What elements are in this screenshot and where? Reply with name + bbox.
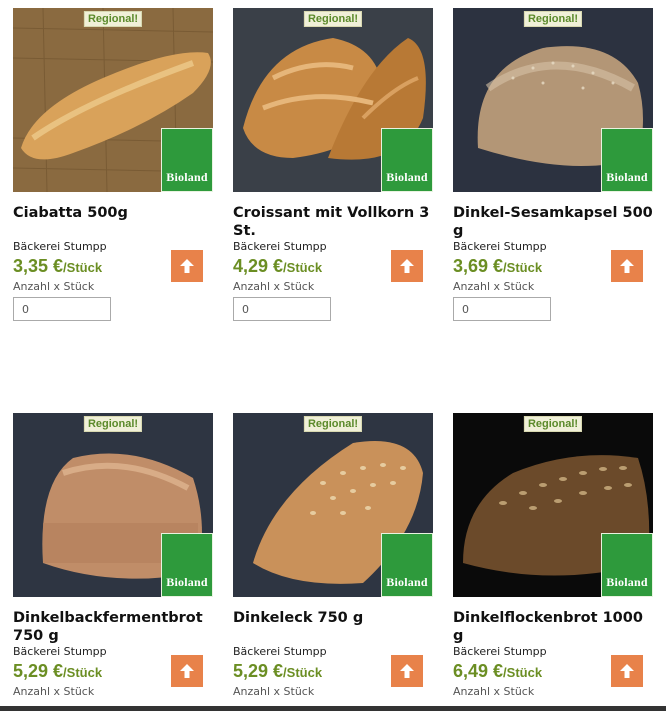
quantity-label: Anzahl x Stück (453, 280, 535, 293)
arrow-up-icon (620, 664, 634, 678)
arrow-up-icon (620, 259, 634, 273)
product-card: Regional! Bioland Dinkel-Sesamkapsel 500… (453, 8, 653, 321)
product-image[interactable]: Regional! Bioland (233, 413, 433, 597)
quantity-label: Anzahl x Stück (13, 280, 95, 293)
product-name[interactable]: Dinkeleck 750 g (233, 609, 433, 645)
bioland-logo: Bioland (161, 128, 213, 192)
bioland-logo: Bioland (381, 128, 433, 192)
quantity-label: Anzahl x Stück (233, 685, 315, 698)
arrow-up-icon (400, 664, 414, 678)
product-card: Regional! Bioland Croissant mit Vollkorn… (233, 8, 433, 321)
add-to-cart-button[interactable] (611, 655, 643, 687)
product-name[interactable]: Dinkelflockenbrot 1000 g (453, 609, 653, 645)
bioland-logo: Bioland (601, 128, 653, 192)
regional-badge: Regional! (303, 416, 363, 432)
quantity-label: Anzahl x Stück (453, 685, 535, 698)
product-image[interactable]: Regional! Bioland (233, 8, 433, 192)
product-image[interactable]: Regional! Bioland (453, 8, 653, 192)
quantity-input[interactable] (233, 297, 331, 321)
bioland-logo: Bioland (381, 533, 433, 597)
product-card: Regional! Bioland Dinkeleck 750 g Bäcker… (233, 413, 433, 700)
product-image[interactable]: Regional! Bioland (13, 413, 213, 597)
product-name[interactable]: Dinkelbackfermentbrot 750 g (13, 609, 213, 645)
add-to-cart-button[interactable] (391, 250, 423, 282)
add-to-cart-button[interactable] (171, 655, 203, 687)
product-image[interactable]: Regional! Bioland (13, 8, 213, 192)
quantity-input[interactable] (13, 297, 111, 321)
add-to-cart-button[interactable] (391, 655, 423, 687)
product-card: Regional! Bioland Ciabatta 500g Bäckerei… (13, 8, 213, 321)
regional-badge: Regional! (83, 11, 143, 27)
quantity-input[interactable] (453, 297, 551, 321)
arrow-up-icon (400, 259, 414, 273)
add-to-cart-button[interactable] (611, 250, 643, 282)
product-card: Regional! Bioland Dinkelbackfermentbrot … (13, 413, 213, 700)
quantity-label: Anzahl x Stück (233, 280, 315, 293)
regional-badge: Regional! (523, 11, 583, 27)
product-name[interactable]: Croissant mit Vollkorn 3 St. (233, 204, 433, 240)
arrow-up-icon (180, 259, 194, 273)
product-name[interactable]: Dinkel-Sesamkapsel 500 g (453, 204, 653, 240)
bioland-logo: Bioland (161, 533, 213, 597)
arrow-up-icon (180, 664, 194, 678)
product-card: Regional! Bioland Dinkelflockenbrot 1000… (453, 413, 653, 700)
add-to-cart-button[interactable] (171, 250, 203, 282)
regional-badge: Regional! (83, 416, 143, 432)
quantity-label: Anzahl x Stück (13, 685, 95, 698)
regional-badge: Regional! (523, 416, 583, 432)
product-name[interactable]: Ciabatta 500g (13, 204, 213, 240)
bioland-logo: Bioland (601, 533, 653, 597)
regional-badge: Regional! (303, 11, 363, 27)
page-bottom-edge (0, 706, 666, 711)
product-image[interactable]: Regional! Bioland (453, 413, 653, 597)
